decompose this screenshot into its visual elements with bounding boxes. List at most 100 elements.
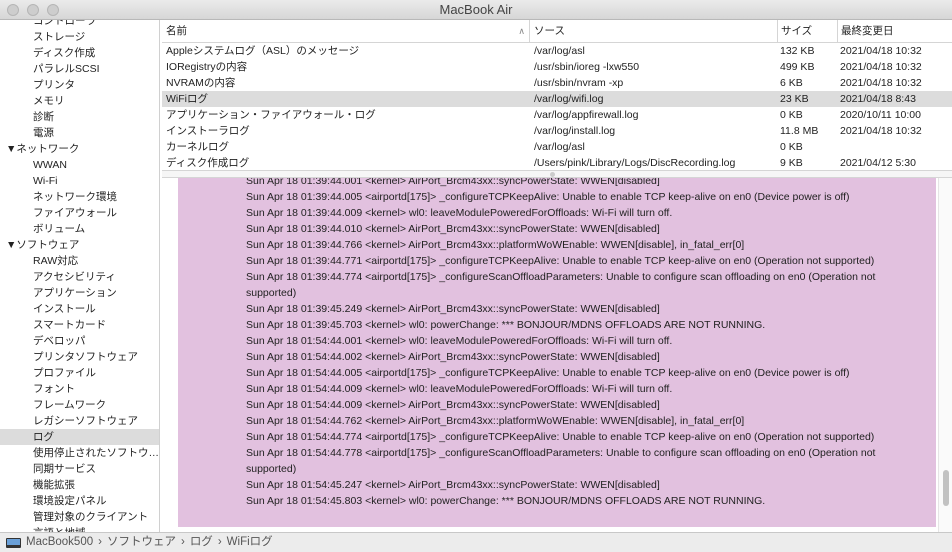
cell-name: ディスク作成ログ (166, 157, 250, 169)
sidebar-item[interactable]: 環境設定パネル (0, 493, 159, 509)
cell-modified: 2020/10/11 10:00 (840, 109, 921, 121)
cell-modified: 2021/04/18 10:32 (840, 61, 922, 73)
sidebar-item[interactable]: ストレージ (0, 29, 159, 45)
sidebar-item[interactable]: フォント (0, 381, 159, 397)
sidebar-item[interactable]: 同期サービス (0, 461, 159, 477)
sidebar-item[interactable]: アクセシビリティ (0, 269, 159, 285)
log-line: Sun Apr 18 01:39:44.766 <kernel> AirPort… (246, 239, 745, 251)
log-line: Sun Apr 18 01:39:44.009 <kernel> wl0: le… (246, 207, 673, 219)
cell-source: /var/log/appfirewall.log (534, 109, 639, 121)
log-line: Sun Apr 18 01:54:45.803 <kernel> wl0: po… (246, 495, 766, 507)
split-divider[interactable] (162, 170, 952, 178)
table-row[interactable]: アプリケーション・ファイアウォール・ログ/var/log/appfirewall… (162, 107, 952, 123)
log-line: Sun Apr 18 01:39:44.771 <airportd[175]> … (246, 255, 875, 267)
sidebar-item[interactable]: Wi-Fi (0, 173, 159, 189)
sidebar-item[interactable]: ファイアウォール (0, 205, 159, 221)
cell-modified: 2021/04/18 8:43 (840, 93, 916, 105)
minimize-button[interactable] (27, 4, 39, 16)
sidebar-item[interactable]: パラレルSCSI (0, 61, 159, 77)
sidebar-item[interactable]: プロファイル (0, 365, 159, 381)
sidebar-item[interactable]: 機能拡張 (0, 477, 159, 493)
zoom-button[interactable] (47, 4, 59, 16)
breadcrumb-separator-icon: › (180, 536, 185, 548)
breadcrumb-item[interactable]: ソフトウェア (107, 533, 176, 552)
cell-name: NVRAMの内容 (166, 77, 236, 89)
sidebar-item[interactable]: 電源 (0, 125, 159, 141)
sidebar-item[interactable]: RAW対応 (0, 253, 159, 269)
sidebar-item[interactable]: WWAN (0, 157, 159, 173)
breadcrumb-separator-icon: › (217, 536, 222, 548)
table-row[interactable]: NVRAMの内容/usr/sbin/nvram -xp 6 KB 2021/04/1… (162, 75, 952, 91)
column-header-source[interactable]: ソース (529, 20, 777, 42)
table-row[interactable]: Appleシステムログ（ASL）のメッセージ/var/log/asl 132 KB… (162, 43, 952, 59)
sidebar-item[interactable]: アプリケーション (0, 285, 159, 301)
sidebar-item[interactable]: プリンタ (0, 77, 159, 93)
cell-name: WiFiログ (166, 93, 208, 105)
cell-size: 0 KB (780, 109, 803, 121)
cell-source: /var/log/wifi.log (534, 93, 604, 105)
cell-source: /var/log/asl (534, 141, 585, 153)
log-line: Sun Apr 18 01:54:44.762 <kernel> AirPort… (246, 415, 745, 427)
sidebar-item[interactable]: 使用停止されたソフトウ… (0, 445, 159, 461)
cell-modified: 2021/04/18 10:32 (840, 45, 922, 57)
sidebar-item[interactable]: ログ (0, 429, 159, 445)
sidebar-item[interactable]: 言語と地域 (0, 525, 159, 532)
sidebar-item[interactable]: ボリューム (0, 221, 159, 237)
sidebar-item[interactable]: メモリ (0, 93, 159, 109)
cell-modified: 2021/04/18 10:32 (840, 77, 922, 89)
log-text: Sun Apr 18 01:39:44.001 <kernel> AirPort… (178, 178, 936, 527)
log-line: Sun Apr 18 01:54:44.001 <kernel> wl0: le… (246, 335, 673, 347)
breadcrumb-item[interactable]: MacBook500 (26, 533, 93, 552)
cell-modified: 2021/04/18 10:32 (840, 125, 922, 137)
column-header-name[interactable]: 名前 ∧ (162, 20, 529, 42)
path-bar: MacBook500 › ソフトウェア › ログ › WiFiログ (0, 532, 952, 552)
log-line: Sun Apr 18 01:54:44.774 <airportd[175]> … (246, 431, 875, 443)
sidebar-item[interactable]: プリンタソフトウェア (0, 349, 159, 365)
scrollbar-thumb[interactable] (943, 470, 949, 506)
sidebar-item[interactable]: 診断 (0, 109, 159, 125)
window-controls[interactable] (7, 4, 59, 16)
vertical-scrollbar[interactable] (938, 178, 952, 532)
sidebar-item[interactable]: デベロッパ (0, 333, 159, 349)
column-header-modified[interactable]: 最終変更日 (837, 20, 952, 42)
sidebar-item[interactable]: フレームワーク (0, 397, 159, 413)
sidebar-item[interactable]: インストール (0, 301, 159, 317)
sidebar-item[interactable]: 管理対象のクライアント (0, 509, 159, 525)
breadcrumb-item[interactable]: WiFiログ (227, 533, 273, 552)
log-line: Sun Apr 18 01:39:44.005 <airportd[175]> … (246, 191, 850, 203)
column-header-size[interactable]: サイズ (777, 20, 837, 42)
sidebar-item[interactable]: ディスク作成 (0, 45, 159, 61)
cell-name: カーネルログ (166, 141, 229, 153)
sidebar-item[interactable]: コントローラ (0, 20, 159, 29)
cell-size: 11.8 MB (780, 125, 819, 137)
log-line: Sun Apr 18 01:54:44.005 <airportd[175]> … (246, 367, 850, 379)
log-line: Sun Apr 18 01:39:44.774 <airportd[175]> … (246, 271, 876, 299)
table-row[interactable]: IORegistryの内容/usr/sbin/ioreg -lxw550 499 … (162, 59, 952, 75)
breadcrumb-item[interactable]: ログ (190, 533, 213, 552)
table-row[interactable]: カーネルログ/var/log/asl 0 KB (162, 139, 952, 155)
table-row[interactable]: インストーラログ/var/log/install.log 11.8 MB 2021/… (162, 123, 952, 139)
table-row[interactable]: WiFiログ/var/log/wifi.log 23 KB 2021/04/18 8… (162, 91, 952, 107)
sidebar-item[interactable]: ▼ネットワーク (0, 141, 159, 157)
log-content-pane[interactable]: Sun Apr 18 01:39:44.001 <kernel> AirPort… (162, 178, 952, 532)
cell-source: /Users/pink/Library/Logs/DiscRecording.l… (534, 157, 736, 169)
log-table[interactable]: 名前 ∧ ソース サイズ 最終変更日 Appleシステムログ（ASL）のメッセージ… (162, 20, 952, 172)
sidebar-item[interactable]: スマートカード (0, 317, 159, 333)
cell-modified: 2021/04/12 5:30 (840, 157, 916, 169)
log-line: Sun Apr 18 01:39:44.001 <kernel> AirPort… (246, 178, 660, 187)
header-label: 名前 (166, 25, 187, 37)
cell-size: 6 KB (780, 77, 803, 89)
divider-handle-icon[interactable] (550, 172, 555, 177)
log-line: Sun Apr 18 01:54:44.009 <kernel> wl0: le… (246, 383, 673, 395)
sidebar[interactable]: コントローラ ストレージ ディスク作成 パラレルSCSI プリンタ メモリ 診断 電源 ▼ネット… (0, 20, 160, 532)
table-row[interactable]: ディスク作成ログ/Users/pink/Library/Logs/DiscRec… (162, 155, 952, 171)
sidebar-item[interactable]: ▼ソフトウェア (0, 237, 159, 253)
log-line: Sun Apr 18 01:39:45.703 <kernel> wl0: po… (246, 319, 766, 331)
cell-size: 9 KB (780, 157, 803, 169)
close-button[interactable] (7, 4, 19, 16)
cell-source: /var/log/asl (534, 45, 585, 57)
cell-source: /usr/sbin/ioreg -lxw550 (534, 61, 640, 73)
sidebar-item[interactable]: ネットワーク環境 (0, 189, 159, 205)
window-title: MacBook Air (439, 2, 513, 17)
sidebar-item[interactable]: レガシーソフトウェア (0, 413, 159, 429)
